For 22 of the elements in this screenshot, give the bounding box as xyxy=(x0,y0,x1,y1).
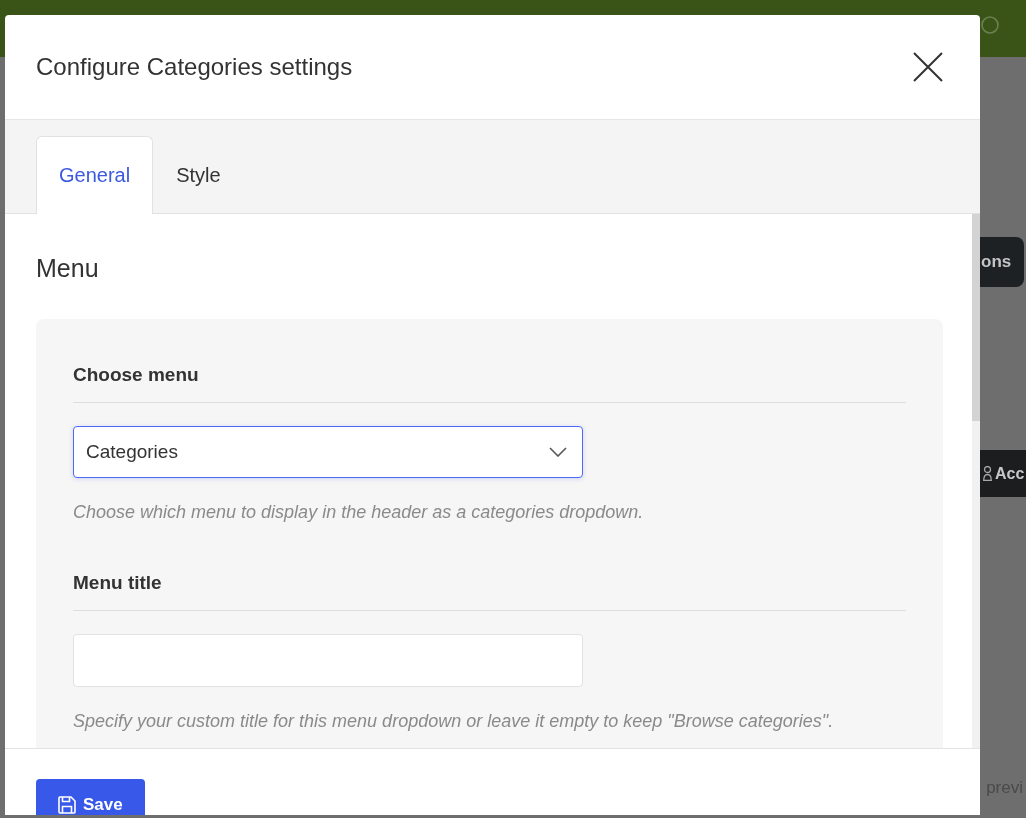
field-label: Menu title xyxy=(73,572,162,594)
select-value: Categories xyxy=(86,441,178,463)
close-icon xyxy=(913,52,943,82)
chevron-down-icon xyxy=(549,447,567,457)
dialog-title: Configure Categories settings xyxy=(36,53,353,81)
scrollbar-thumb[interactable] xyxy=(972,214,980,421)
ring-icon[interactable] xyxy=(981,16,999,34)
section-title: Menu xyxy=(36,253,99,283)
help-text: Choose which menu to display in the header as a categories dropdown. xyxy=(73,501,644,523)
account-button[interactable]: Acc xyxy=(980,450,1026,497)
toolbar-button[interactable]: ons xyxy=(980,237,1024,287)
field-label: Choose menu xyxy=(73,364,199,386)
close-button[interactable] xyxy=(913,52,943,82)
save-button[interactable]: Save xyxy=(36,779,145,815)
menu-select[interactable]: Categories xyxy=(73,426,583,478)
help-text: Specify your custom title for this menu dropdown or leave it empty to keep "Browse categories". xyxy=(73,710,834,732)
tab[interactable]: General xyxy=(36,136,154,214)
input-field[interactable] xyxy=(73,634,583,687)
person-icon xyxy=(983,466,992,481)
floppy-disk-icon xyxy=(58,796,76,814)
account-label: Acc xyxy=(995,464,1025,483)
tab[interactable]: Style xyxy=(153,136,244,214)
